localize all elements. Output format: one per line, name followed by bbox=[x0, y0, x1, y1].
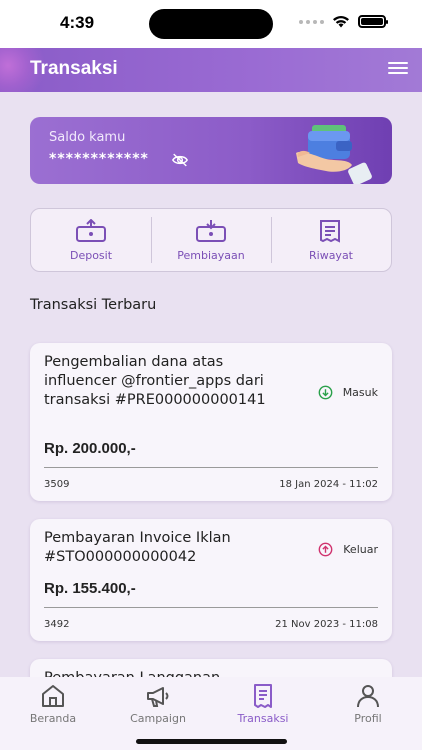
transaction-card[interactable]: Pembayaran Invoice Iklan #STO00000000004… bbox=[30, 519, 392, 641]
home-indicator bbox=[136, 739, 287, 744]
page-title: Transaksi bbox=[30, 58, 118, 79]
transaction-status: Masuk bbox=[318, 385, 378, 400]
quick-actions: Deposit Pembiayaan Riwayat bbox=[30, 208, 392, 272]
nav-label: Transaksi bbox=[237, 712, 289, 725]
section-title: Transaksi Terbaru bbox=[30, 297, 157, 313]
signal-icon bbox=[299, 19, 324, 24]
nav-label: Profil bbox=[354, 712, 382, 725]
transaction-amount: Rp. 200.000,- bbox=[44, 440, 136, 457]
app-header: Transaksi bbox=[0, 48, 422, 92]
deposit-button[interactable]: Deposit bbox=[31, 209, 151, 271]
transaction-status-label: Masuk bbox=[342, 386, 378, 399]
receipt-history-icon bbox=[320, 220, 340, 243]
status-time: 4:39 bbox=[60, 13, 95, 32]
financing-label: Pembiayaan bbox=[177, 249, 245, 262]
wallet-hand-illustration bbox=[296, 125, 372, 184]
balance-card: Saldo kamu ************ bbox=[30, 117, 392, 184]
deposit-label: Deposit bbox=[69, 249, 113, 262]
home-icon bbox=[42, 685, 64, 707]
history-label: Riwayat bbox=[309, 249, 353, 262]
hamburger-menu-icon[interactable] bbox=[388, 62, 408, 78]
wallet-download-icon bbox=[196, 220, 226, 242]
wifi-icon bbox=[333, 16, 349, 28]
balance-label: Saldo kamu bbox=[49, 130, 126, 145]
transaction-date: 18 Jan 2024 - 11:02 bbox=[279, 479, 378, 490]
nav-item-transaksi[interactable]: Transaksi bbox=[223, 683, 303, 725]
megaphone-icon bbox=[147, 687, 169, 707]
transaction-status-label: Keluar bbox=[343, 543, 378, 556]
divider bbox=[44, 467, 378, 468]
transaction-id: 3509 bbox=[44, 479, 70, 490]
nav-item-campaign[interactable]: Campaign bbox=[118, 683, 198, 725]
status-icons bbox=[299, 15, 388, 28]
history-button[interactable]: Riwayat bbox=[271, 209, 391, 271]
nav-label: Campaign bbox=[130, 712, 186, 725]
divider bbox=[44, 607, 378, 608]
nav-item-profil[interactable]: Profil bbox=[328, 683, 408, 725]
dynamic-island bbox=[149, 9, 273, 39]
user-icon bbox=[357, 685, 379, 708]
eye-off-icon[interactable] bbox=[171, 152, 189, 168]
arrow-up-circle-icon bbox=[318, 542, 333, 557]
transaction-amount: Rp. 155.400,- bbox=[44, 580, 136, 597]
status-bar: 4:39 bbox=[0, 0, 422, 48]
arrow-down-circle-icon bbox=[318, 385, 333, 400]
receipt-icon bbox=[254, 684, 272, 708]
transaction-status: Keluar bbox=[318, 542, 378, 557]
battery-icon bbox=[358, 15, 388, 28]
financing-button[interactable]: Pembiayaan bbox=[151, 209, 271, 271]
transaction-id: 3492 bbox=[44, 619, 70, 630]
transaction-description: Pembayaran Invoice Iklan #STO00000000004… bbox=[44, 530, 231, 565]
transaction-description: Pengembalian dana atas influencer @front… bbox=[44, 354, 266, 408]
transaction-date: 21 Nov 2023 - 11:08 bbox=[275, 619, 378, 630]
balance-value: ************ bbox=[49, 151, 149, 167]
transaction-card[interactable]: Pengembalian dana atas influencer @front… bbox=[30, 343, 392, 501]
nav-label: Beranda bbox=[29, 712, 77, 725]
nav-item-beranda[interactable]: Beranda bbox=[13, 683, 93, 725]
wallet-upload-icon bbox=[76, 219, 106, 242]
